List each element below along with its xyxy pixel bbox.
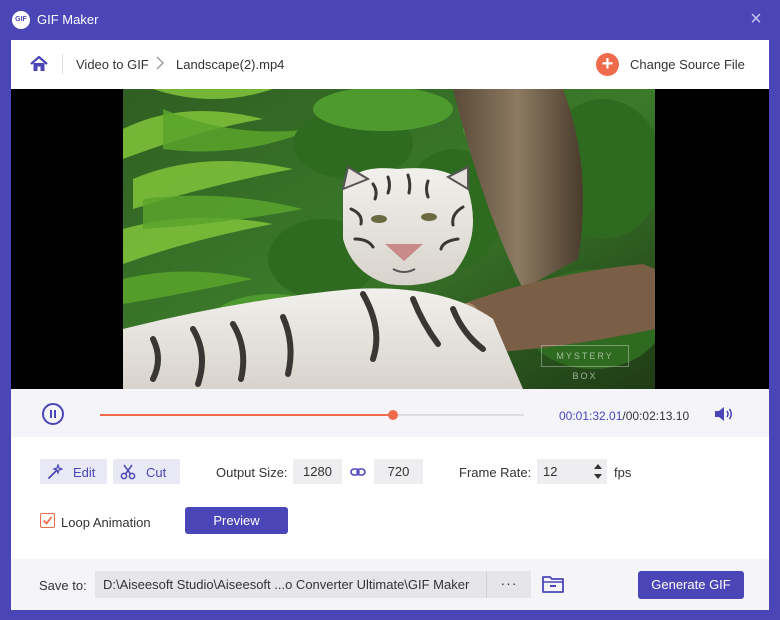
preview-button[interactable]: Preview: [185, 507, 288, 534]
open-folder-icon[interactable]: [542, 575, 564, 593]
fps-unit: fps: [614, 465, 632, 480]
cut-button[interactable]: Cut: [113, 459, 180, 484]
edit-button[interactable]: Edit: [40, 459, 107, 484]
output-size-label: Output Size:: [216, 465, 288, 480]
close-button[interactable]: ×: [746, 9, 766, 30]
change-source-file-label: Change Source File: [630, 57, 745, 72]
home-icon[interactable]: [29, 54, 49, 74]
progress-thumb[interactable]: [387, 410, 398, 420]
frame-rate-label: Frame Rate:: [459, 465, 532, 480]
total-time: 00:02:13.10: [625, 409, 690, 423]
chevron-right-icon: [156, 56, 164, 70]
footer: Save to: D:\Aiseesoft Studio\Aiseesoft .…: [11, 559, 769, 610]
time-display: 00:01:32.01/00:02:13.10: [559, 409, 689, 423]
magic-wand-icon: [48, 464, 63, 479]
title-bar: GIF GIF Maker ×: [0, 0, 780, 40]
pause-button[interactable]: [42, 403, 64, 425]
window-title: GIF Maker: [37, 12, 99, 27]
spin-up-icon[interactable]: [592, 461, 604, 471]
spin-down-icon[interactable]: [592, 472, 604, 482]
plus-icon: +: [596, 53, 619, 76]
playback-controls: 00:01:32.01/00:02:13.10: [11, 389, 769, 437]
volume-icon[interactable]: [714, 406, 734, 422]
header: Video to GIF Landscape(2).mp4 + Change S…: [11, 40, 769, 89]
cut-label: Cut: [146, 465, 167, 480]
checkmark-icon: [42, 516, 53, 525]
video-player[interactable]: MYSTERY BOX: [11, 89, 769, 389]
app-logo-icon: GIF: [12, 11, 30, 29]
output-height-input[interactable]: [374, 459, 423, 484]
settings-panel: Edit Cut Output Size: Frame Rate: fps: [11, 437, 769, 559]
scissors-icon: [120, 464, 136, 480]
link-icon[interactable]: [350, 465, 366, 479]
output-width-input[interactable]: [293, 459, 342, 484]
breadcrumb-file-name: Landscape(2).mp4: [176, 57, 285, 72]
breadcrumb-video-to-gif[interactable]: Video to GIF: [76, 57, 149, 72]
progress-slider[interactable]: [100, 410, 524, 420]
loop-animation-checkbox[interactable]: [40, 513, 55, 528]
header-divider: [62, 54, 63, 74]
save-path-field[interactable]: D:\Aiseesoft Studio\Aiseesoft ...o Conve…: [95, 571, 486, 598]
main-panel: Video to GIF Landscape(2).mp4 + Change S…: [11, 40, 769, 610]
browse-path-button[interactable]: ···: [486, 571, 531, 598]
video-watermark: MYSTERY BOX: [541, 345, 629, 381]
loop-animation-label[interactable]: Loop Animation: [61, 515, 151, 530]
save-to-label: Save to:: [39, 578, 87, 593]
progress-fill: [100, 414, 393, 416]
generate-gif-button[interactable]: Generate GIF: [638, 571, 744, 599]
video-still-tiger: [123, 89, 655, 389]
video-frame: MYSTERY BOX: [123, 89, 655, 389]
current-time: 00:01:32.01: [559, 409, 623, 423]
edit-label: Edit: [73, 465, 96, 480]
